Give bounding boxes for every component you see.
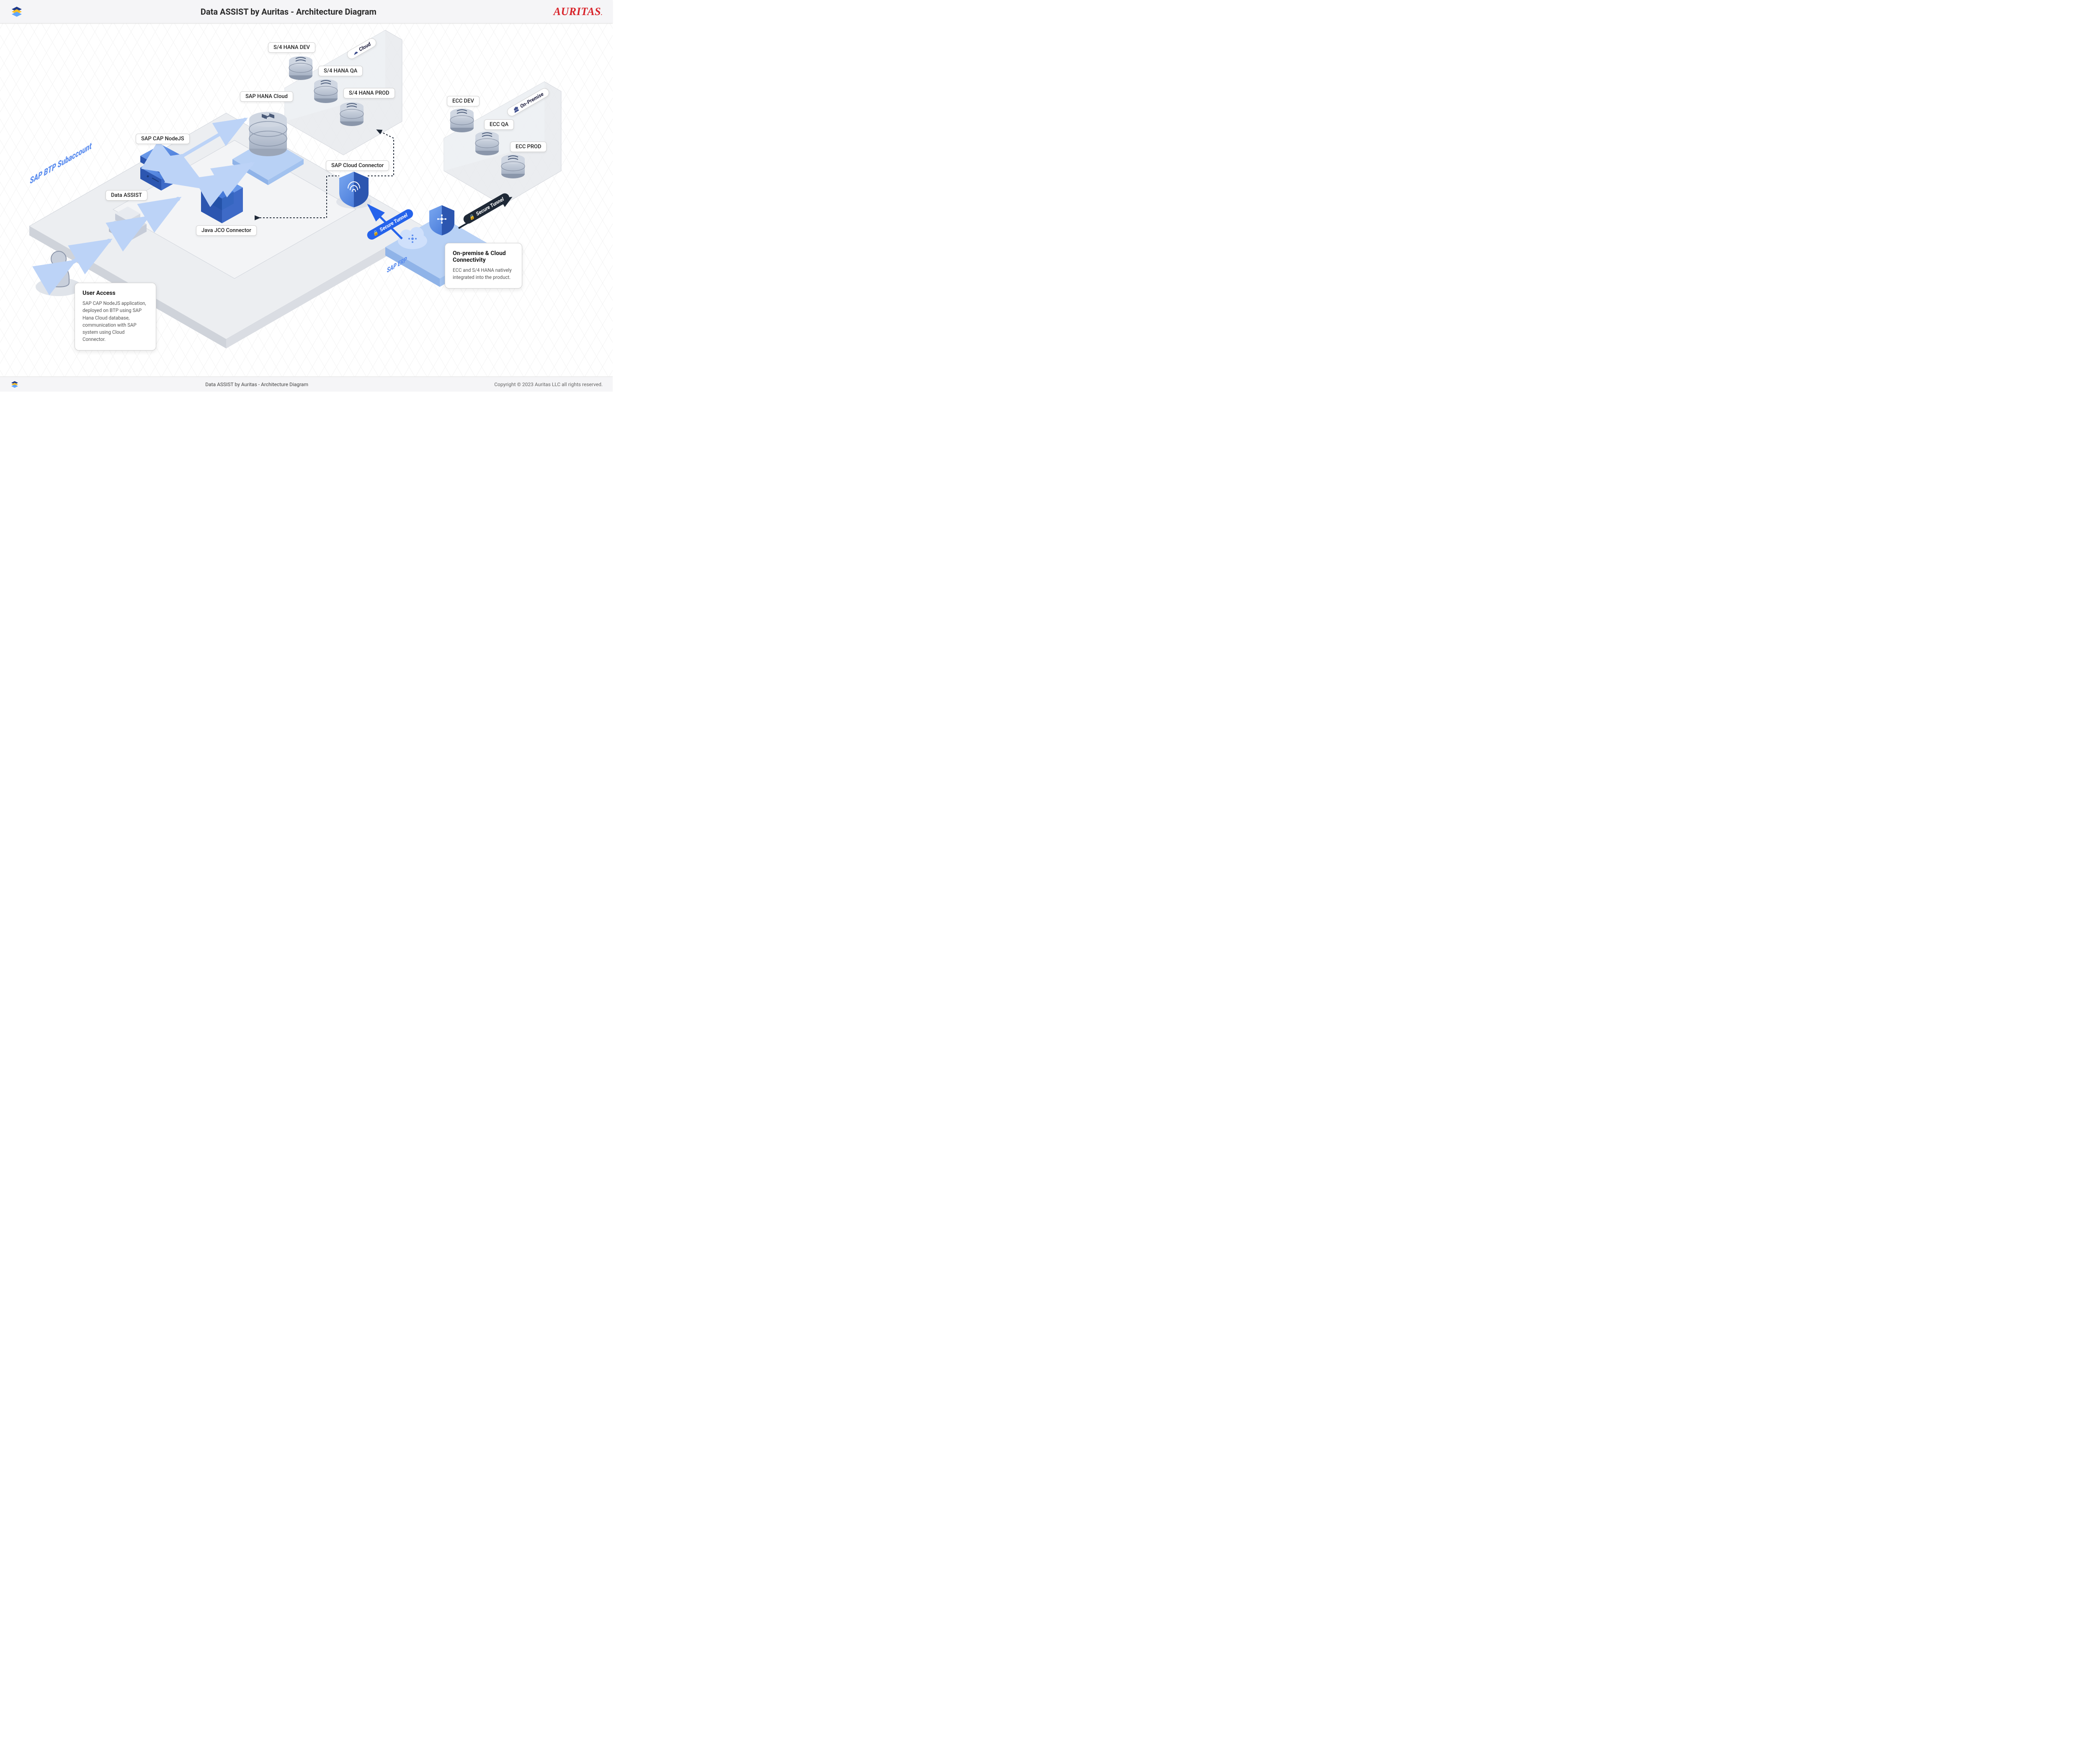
ecc-prod-label: ECC PROD [510, 142, 547, 152]
ecc-prod-db [501, 155, 525, 178]
connectivity-title: On-premise & Cloud Connectivity [453, 250, 514, 263]
data-assist-label: Data ASSIST [106, 190, 147, 201]
sap-cloud-connector-label: SAP Cloud Connector [326, 160, 389, 171]
java-jco-connector-label: Java JCO Connector [196, 225, 257, 236]
brand-logo: AURITAS. [554, 5, 603, 18]
lock-icon: 🔒 [468, 213, 475, 221]
sap-hana-cloud-node [249, 112, 287, 156]
app-logo-icon [10, 5, 23, 18]
user-access-title: User Access [83, 290, 148, 297]
sap-cap-nodejs-label: SAP CAP NodeJS [136, 134, 190, 144]
s4-hana-dev-label: S/4 HANA DEV [268, 42, 315, 53]
s4-hana-qa-label: S/4 HANA QA [318, 66, 363, 76]
page-title: Data ASSIST by Auritas - Architecture Di… [23, 7, 554, 17]
cloud-icon: ☁ [352, 49, 358, 56]
sap-cloud-connector-node [336, 172, 371, 209]
ecc-dev-db [450, 108, 474, 132]
sap-hana-cloud-label: SAP HANA Cloud [240, 91, 293, 102]
ecc-qa-label: ECC QA [484, 119, 514, 130]
connectivity-body: ECC and S/4 HANA natively integrated int… [453, 267, 514, 281]
lock-icon: 🔒 [371, 229, 379, 237]
s4-hana-prod-label: S/4 HANA PROD [343, 88, 395, 98]
building-icon: 🏛 [512, 106, 520, 113]
s4-hana-prod-db [340, 102, 364, 126]
connectivity-card: On-premise & Cloud Connectivity ECC and … [445, 243, 522, 289]
user-access-body: SAP CAP NodeJS application, deployed on … [83, 300, 148, 343]
user-access-card: User Access SAP CAP NodeJS application, … [75, 283, 156, 351]
footer-title: Data ASSIST by Auritas - Architecture Di… [19, 382, 494, 387]
footer-bar: Data ASSIST by Auritas - Architecture Di… [0, 377, 613, 392]
s4-hana-dev-db [289, 56, 312, 80]
ecc-dev-label: ECC DEV [447, 96, 480, 106]
s4-hana-qa-db [314, 79, 338, 103]
ecc-qa-db [475, 132, 499, 155]
footer-logo-icon [10, 380, 19, 389]
footer-copyright: Copyright © 2023 Auritas LLC all rights … [494, 382, 603, 387]
erp-shield-icon [429, 205, 454, 235]
header-bar: Data ASSIST by Auritas - Architecture Di… [0, 0, 613, 23]
